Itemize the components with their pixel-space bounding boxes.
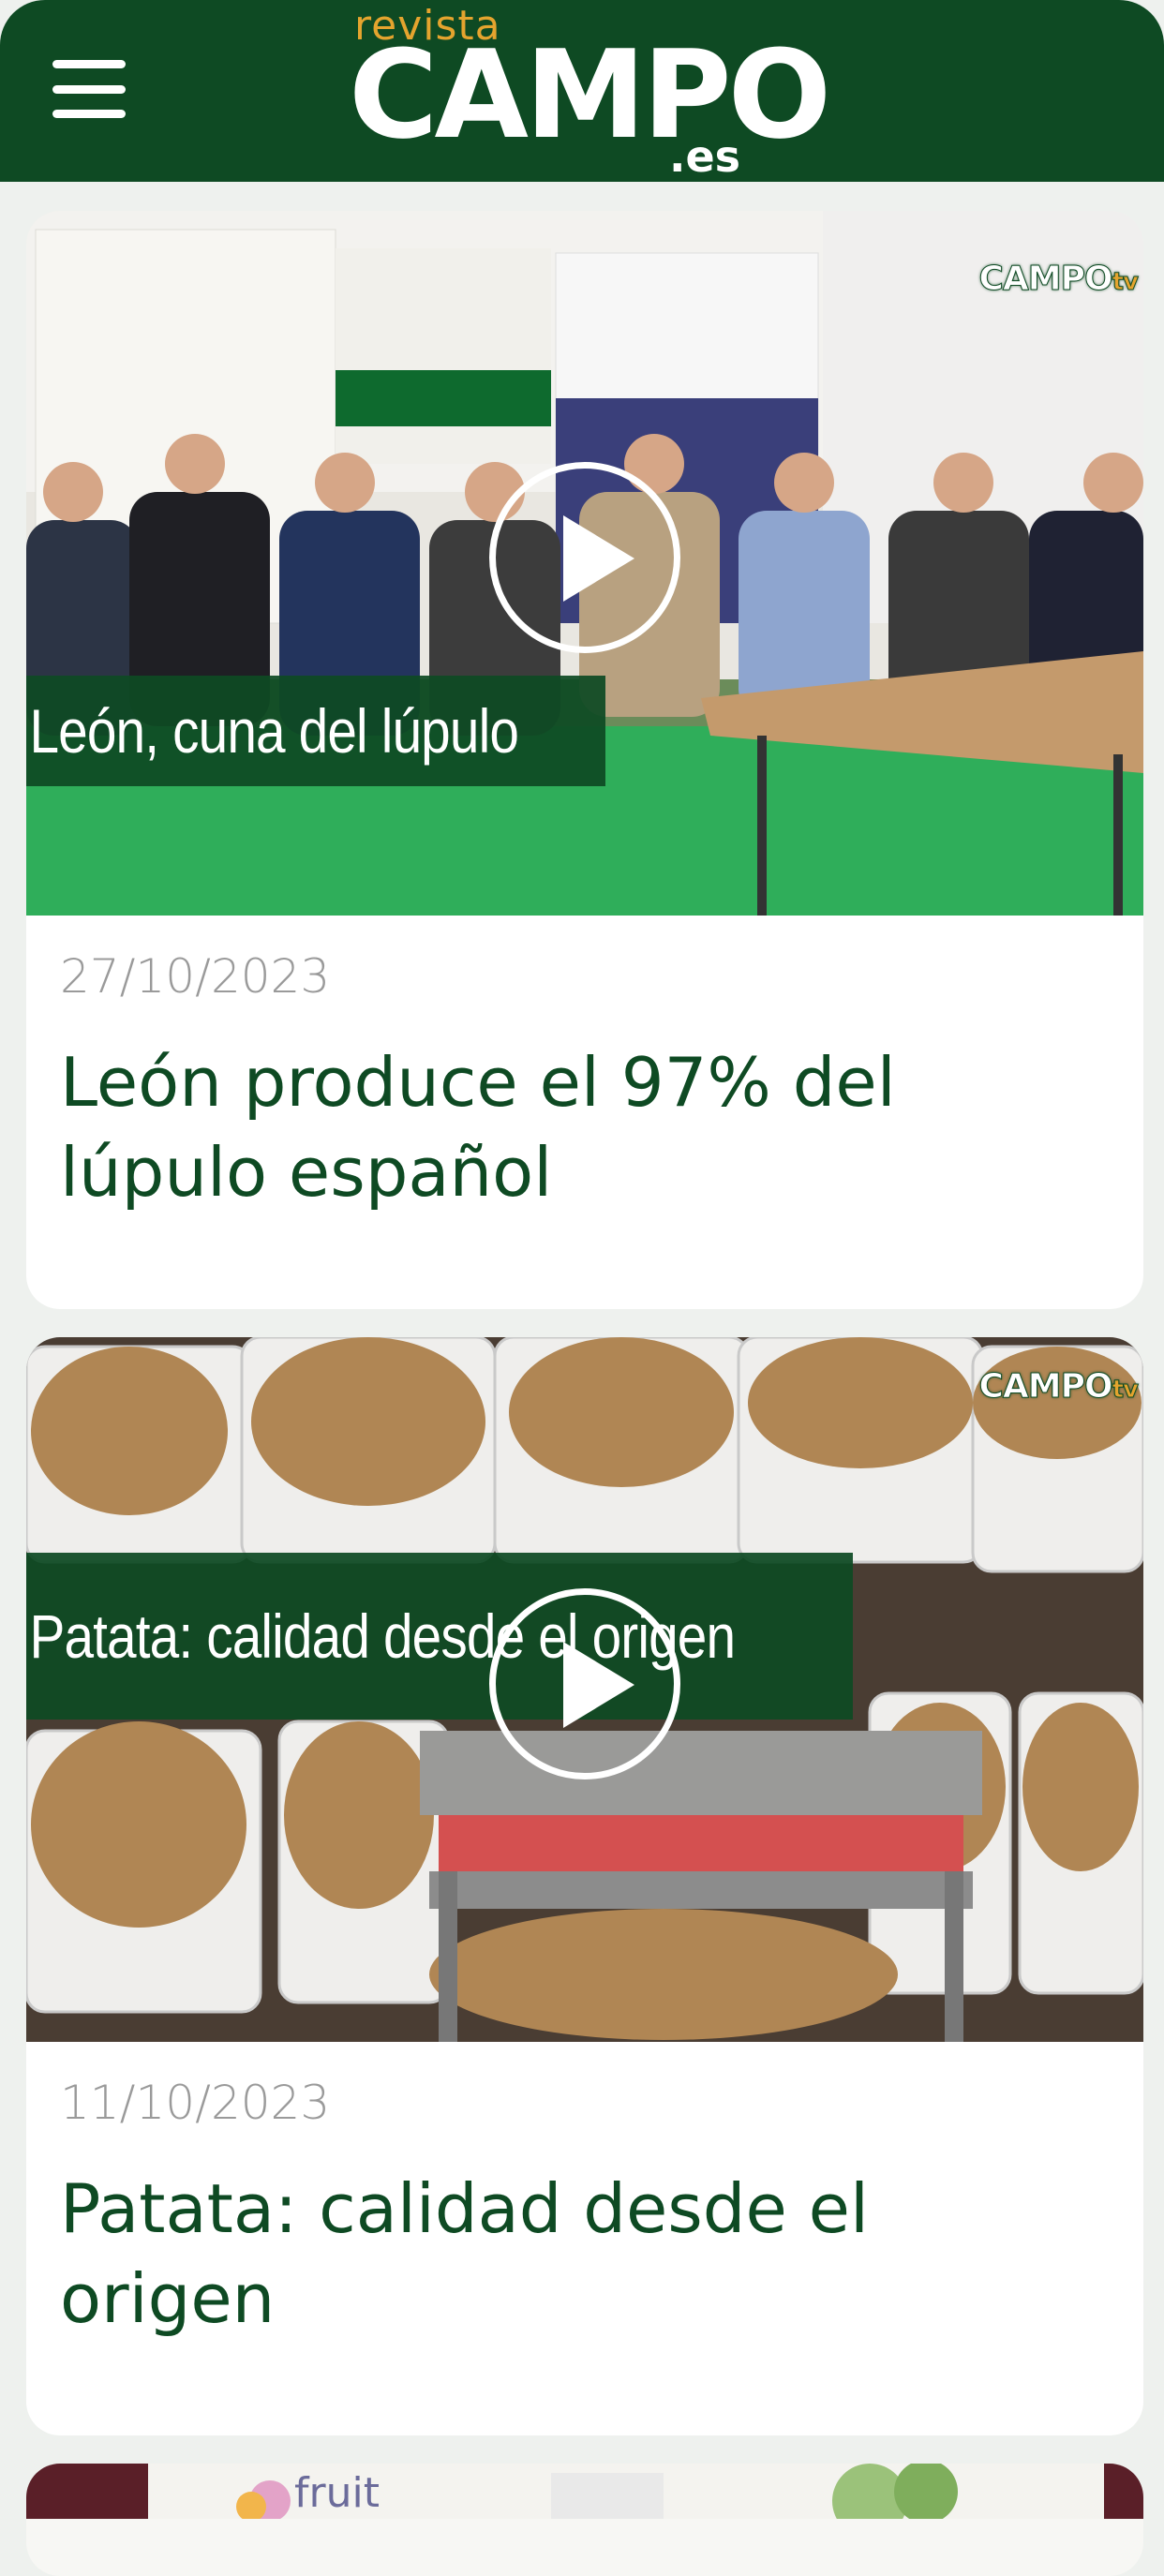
article-date: 27/10/2023: [60, 949, 331, 1004]
logo-campo: CAMPO: [349, 23, 831, 166]
campo-tv-watermark: CAMPOtv: [978, 260, 1140, 299]
video-title-band: León, cuna del lúpulo: [26, 676, 605, 786]
watermark-suffix: tv: [1112, 268, 1139, 297]
video-title-band: Patata: calidad desde el origen: [26, 1553, 853, 1720]
menu-bar: [52, 60, 126, 68]
menu-bar: [52, 110, 126, 118]
watermark-suffix: tv: [1112, 1376, 1139, 1405]
thumbnail-image: [26, 2464, 1143, 2519]
article-headline[interactable]: Patata: calidad desde el origen: [60, 2164, 1100, 2344]
site-logo[interactable]: revista CAMPO .es: [349, 0, 831, 182]
watermark-text: CAMPO: [978, 260, 1113, 299]
menu-bar: [52, 84, 126, 94]
hamburger-menu-icon[interactable]: [52, 60, 126, 118]
article-headline[interactable]: León produce el 97% del lúpulo español: [60, 1037, 1100, 1217]
partial-logo-text: fruit: [294, 2469, 380, 2517]
app-header: revista CAMPO .es: [0, 0, 1164, 182]
video-title: León, cuna del lúpulo: [29, 696, 519, 766]
video-thumbnail[interactable]: CAMPOtv Patata: calidad desde el origen: [26, 1337, 1143, 2042]
campo-tv-watermark: CAMPOtv: [978, 1367, 1140, 1407]
video-thumbnail[interactable]: CAMPOtv León, cuna del lúpulo: [26, 211, 1143, 916]
play-icon[interactable]: [489, 1588, 680, 1779]
article-date: 11/10/2023: [60, 2076, 331, 2130]
logo-tld: .es: [669, 131, 741, 182]
watermark-text: CAMPO: [978, 1367, 1113, 1407]
play-icon[interactable]: [489, 462, 680, 653]
article-card[interactable]: CAMPOtv Patata: calidad desde el origen …: [26, 1337, 1143, 2435]
article-card[interactable]: fruit: [26, 2464, 1143, 2576]
article-card[interactable]: CAMPOtv León, cuna del lúpulo 27/10/2023…: [26, 211, 1143, 1309]
